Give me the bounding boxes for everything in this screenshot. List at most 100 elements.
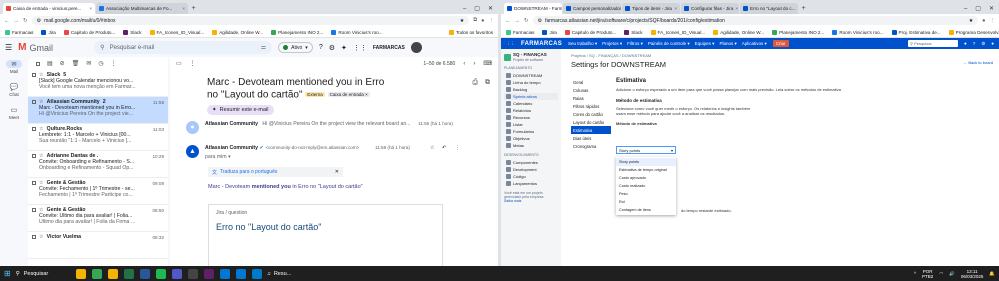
url-input[interactable]: ⚙ mail.google.com/mail/u/0/#inbox ★ xyxy=(31,16,470,25)
star-icon[interactable]: ☆ xyxy=(430,145,435,151)
close-icon[interactable]: ✕ xyxy=(488,5,493,12)
menu-icon[interactable]: ⋮ xyxy=(990,18,996,24)
notifications-icon[interactable]: ● xyxy=(964,41,967,46)
estimation-option-2[interactable]: Custo aprovado xyxy=(616,174,676,182)
profile-avatar-icon[interactable]: ● xyxy=(481,18,484,24)
estimation-option-6[interactable]: Contagem de itens xyxy=(616,206,676,214)
close-icon[interactable]: × xyxy=(89,6,92,11)
email-row[interactable]: ☆ Victor Vuelma 08:32 xyxy=(28,232,168,259)
bookmark-2[interactable]: Capitulo de Produto... xyxy=(63,29,115,35)
sidebar-item-0[interactable]: DOWNSTREAM xyxy=(504,72,558,79)
reply-icon[interactable]: ↶ xyxy=(442,145,446,151)
gmail-logo[interactable]: M Gmail xyxy=(18,42,88,53)
sidebar-dev-item-0[interactable]: Componentes xyxy=(504,159,558,166)
tab-0[interactable]: DOWNSTREAM - Farm...× xyxy=(504,3,562,14)
keyboard-icon[interactable]: ⌨ xyxy=(483,60,492,67)
help-icon[interactable]: ? xyxy=(319,44,323,51)
minimize-icon[interactable]: – xyxy=(463,6,466,12)
settings-nav-item-0[interactable]: Geral xyxy=(571,78,611,86)
bookmark-8[interactable]: Proj. Estimativa de... xyxy=(891,29,941,35)
summarize-button[interactable]: ✦ Resumir este e-mail xyxy=(207,105,274,115)
more-icon[interactable]: ⋮ xyxy=(111,60,117,67)
language-indicator[interactable]: POR PTB2 xyxy=(922,269,933,279)
settings-nav-item-3[interactable]: Filtros rápidos xyxy=(571,102,611,110)
bookmark-7[interactable]: Room Vinicius's roo... xyxy=(832,29,884,35)
avatar[interactable]: ● xyxy=(991,41,994,46)
snooze-icon[interactable]: ◷ xyxy=(98,60,103,67)
settings-nav-item-6[interactable]: Estimativa xyxy=(571,126,611,134)
bookmark-1[interactable]: Jira xyxy=(542,29,557,35)
estimation-option-5[interactable]: Rol xyxy=(616,198,676,206)
mark-read-icon[interactable]: ✉ xyxy=(86,60,91,67)
settings-nav-item-1[interactable]: Colunas xyxy=(571,86,611,94)
teams-icon[interactable] xyxy=(171,268,182,279)
url-input[interactable]: ⚙ farmarcas.atlassian.net/jira/software/… xyxy=(532,16,979,25)
gemini-icon[interactable]: ✦ xyxy=(341,44,347,52)
jira-nav-item-0[interactable]: Seu trabalho ▾ xyxy=(568,41,597,47)
row-checkbox[interactable] xyxy=(32,73,36,77)
estimation-option-4[interactable]: Peso xyxy=(616,190,676,198)
profile-avatar-icon[interactable]: ● xyxy=(982,18,985,24)
spotify-icon[interactable] xyxy=(155,268,166,279)
star-icon[interactable]: ☆ xyxy=(39,234,44,240)
rail-mail[interactable]: ✉ Mail xyxy=(6,60,22,74)
new-tab-button[interactable]: + xyxy=(799,3,808,14)
email-row[interactable]: ☆ Adrianne Dantas de . 10:29 Convite: Onboa… xyxy=(28,151,168,178)
clock[interactable]: 13:11 06/03/2025 xyxy=(961,269,984,279)
bookmark-4[interactable]: FA_Icones_ID_Visual... xyxy=(149,29,204,35)
jira-nav-item-2[interactable]: Filtros ▾ xyxy=(627,41,643,47)
sidebar-dev-item-3[interactable]: Lançamentos xyxy=(504,180,558,187)
main-menu-icon[interactable]: ☰ xyxy=(5,43,12,52)
report-icon[interactable]: ⊘ xyxy=(60,60,65,67)
filter-icon[interactable]: ⚌ xyxy=(261,44,266,51)
open-new-window-icon[interactable]: ⧉ xyxy=(485,79,490,87)
settings-nav-item-2[interactable]: Raias xyxy=(571,94,611,102)
sidebar-item-9[interactable]: Objetivos xyxy=(504,135,558,142)
bookmark-3[interactable]: Slack xyxy=(123,29,142,35)
jira-brand[interactable]: FARMARCAS xyxy=(521,41,562,47)
inbox-label[interactable]: Caixa de entrada × xyxy=(327,92,370,97)
next-icon[interactable]: › xyxy=(473,61,475,67)
bookmark-9[interactable]: Programa Desenvolv... xyxy=(948,29,999,35)
estimation-option-3[interactable]: Custo realizado xyxy=(616,182,676,190)
print-icon[interactable]: ⎙ xyxy=(472,79,478,87)
sidebar-item-6[interactable]: Recursos xyxy=(504,114,558,121)
close-icon[interactable]: ✕ xyxy=(989,5,994,12)
search-input[interactable]: ⚲ Pesquisar e-mail ⚌ xyxy=(94,41,273,54)
jira-nav-item-1[interactable]: Projetos ▾ xyxy=(602,41,622,47)
jira-nav-item-6[interactable]: Aplicativos ▾ xyxy=(742,41,767,47)
tab-associacao[interactable]: Associação Multimarcas de Fo... × xyxy=(96,3,188,14)
select-all-checkbox[interactable] xyxy=(36,61,40,66)
bookmark-6[interactable]: Planejamento INO 2... xyxy=(772,29,824,35)
sidebar-item-7[interactable]: Listar xyxy=(504,121,558,128)
row-checkbox[interactable] xyxy=(32,181,36,185)
estimation-option-1[interactable]: Estimativa de tempo original xyxy=(616,166,676,174)
maximize-icon[interactable]: ▢ xyxy=(474,5,480,12)
bookmark-star-icon[interactable]: ★ xyxy=(969,18,973,24)
bookmark-5[interactable]: Agilidade, Online W... xyxy=(212,29,263,35)
wifi-icon[interactable]: ◠ xyxy=(939,271,943,277)
sidebar-item-10[interactable]: Metas xyxy=(504,142,558,149)
settings-icon[interactable]: ⚙ xyxy=(329,44,335,52)
settings-nav-item-7[interactable]: Dias úteis xyxy=(571,134,611,142)
close-icon[interactable]: × xyxy=(674,6,677,11)
status-selector[interactable]: Ativo ▾ xyxy=(278,42,313,53)
learn-more-link[interactable]: Saiba mais xyxy=(504,199,558,203)
notification-icon[interactable]: 🔔 xyxy=(989,271,995,277)
settings-nav-item-8[interactable]: Cronograma xyxy=(571,142,611,150)
estimation-method-select[interactable]: Story points ▾ xyxy=(616,146,676,154)
prev-icon[interactable]: ‹ xyxy=(463,61,465,67)
menu-icon[interactable]: ⋮ xyxy=(489,18,495,24)
outlook-icon[interactable] xyxy=(235,268,246,279)
rail-chat[interactable]: 💬 Chat xyxy=(9,83,19,97)
help-icon[interactable]: ? xyxy=(973,41,976,46)
close-icon[interactable]: × xyxy=(735,6,738,11)
maximize-icon[interactable]: ▢ xyxy=(975,5,981,12)
tab-gmail[interactable]: Caixa de entrada - vinicius.pere... × xyxy=(3,3,95,14)
collapsed-message[interactable]: Atlassian Community Hi @Vinicius Pereira… xyxy=(205,121,455,127)
apps-icon[interactable]: ⋮⋮ xyxy=(353,44,367,52)
vscode-icon[interactable] xyxy=(251,268,262,279)
settings-nav-item-5[interactable]: Layout do cartão xyxy=(571,118,611,126)
bookmark-1[interactable]: Jira xyxy=(41,29,56,35)
delete-icon[interactable]: 🗑 xyxy=(72,60,80,67)
